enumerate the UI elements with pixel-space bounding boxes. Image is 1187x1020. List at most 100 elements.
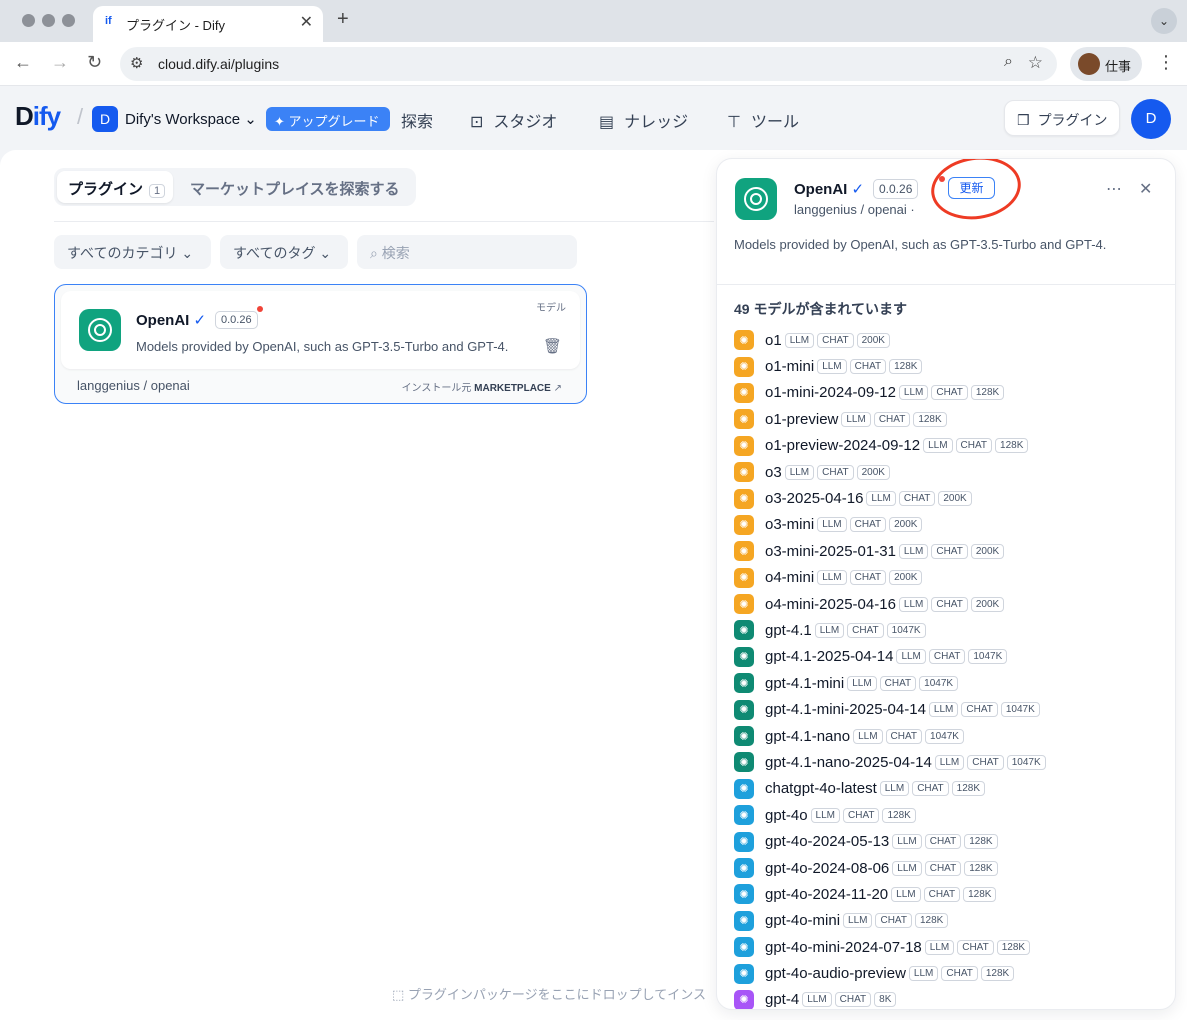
plugin-card[interactable]: モデル OpenAI ✓ 0.0.26 Models provided by O… [54,284,587,404]
model-icon: ✺ [734,330,754,351]
model-row: ✺ gpt-4.1-mini-2025-04-14 LLM CHAT 1047K [734,696,1174,722]
tab-marketplace[interactable]: マーケットプレイスを探索する [190,178,400,199]
dify-logo[interactable]: Dify [15,101,61,132]
model-name: gpt-4o-mini [765,912,841,930]
upload-icon: ⬚ [392,987,405,1002]
model-name: gpt-4.1-mini [765,674,845,692]
browser-tab[interactable]: if プラグイン - Dify ✕ [93,6,323,42]
model-tag-badge: LLM [879,781,910,797]
model-tag-badge: 128K [970,385,1005,401]
model-tag-badge: 128K [914,913,949,929]
nav-studio[interactable]: ⊡ スタジオ [470,108,557,132]
model-tag-badge: CHAT [941,966,978,982]
chevron-down-icon: ⌄ [181,245,194,261]
model-icon: ✺ [734,963,754,984]
category-filter[interactable]: すべてのカテゴリ ⌄ [54,235,211,269]
tag-filter[interactable]: すべてのタグ ⌄ [220,235,348,269]
openai-logo-icon [735,178,777,220]
model-icon: ✺ [734,620,754,641]
plugins-button[interactable]: ❒ プラグイン [1004,100,1120,136]
model-name: gpt-4o-mini-2024-07-18 [765,938,922,956]
model-name: gpt-4.1-mini-2025-04-14 [765,701,926,719]
model-tag-badge: CHAT [875,913,912,929]
model-icon: ✺ [734,514,754,535]
upgrade-button[interactable]: ✦ アップグレード [266,107,390,131]
back-icon[interactable]: ← [14,52,32,73]
reload-icon[interactable]: ↻ [87,52,102,73]
tab-search-chevron-icon[interactable]: ⌄ [1151,8,1177,34]
close-icon[interactable]: ✕ [1139,179,1152,199]
model-tag-badge: 200K [889,517,923,533]
model-tag-badge: CHAT [931,596,968,612]
close-window-button[interactable] [22,14,35,27]
model-tag-badge: LLM [923,438,953,454]
model-icon: ✺ [734,488,754,509]
model-row: ✺ gpt-4.1 LLM CHAT 1047K [734,617,1174,643]
panel-description: Models provided by OpenAI, such as GPT-3… [734,237,1107,252]
model-tag-badge: CHAT [898,491,936,507]
workspace-selector[interactable]: Dify's Workspace ⌄ [125,110,257,128]
nav-knowledge[interactable]: ▤ ナレッジ [599,108,688,132]
install-source[interactable]: インストール元 MARKETPLACE ↗ [402,379,562,394]
workspace-avatar[interactable]: D [92,106,118,132]
model-tag-badge: LLM [934,754,965,770]
model-tag-badge: 8K [874,992,897,1008]
trash-icon[interactable]: 🗑 [543,337,562,355]
plugin-count-badge: 1 [149,184,166,198]
panel-version-badge: 0.0.26 [873,179,919,199]
zoom-icon[interactable]: ⌕ [1004,53,1013,71]
model-row: ✺ o1-mini LLM CHAT 128K [734,353,1174,379]
model-tag-badge: CHAT [885,728,923,744]
close-tab-icon[interactable]: ✕ [300,12,313,32]
model-icon: ✺ [734,752,754,773]
nav-tools[interactable]: ⊤ ツール [727,108,799,132]
model-name: o1-preview-2024-09-12 [765,437,921,455]
model-tag-badge: LLM [802,992,832,1008]
model-row: ✺ gpt-4 LLM CHAT 8K [734,987,1174,1009]
openai-logo-icon [79,309,121,351]
bookmark-star-icon[interactable]: ☆ [1028,53,1043,73]
address-bar: ← → ↻ ⚙ cloud.dify.ai/plugins ⌕ ☆ 仕事 ⋮ [0,42,1187,86]
model-row: ✺ gpt-4.1-mini LLM CHAT 1047K [734,670,1174,696]
profile-chip[interactable]: 仕事 [1070,47,1142,81]
panel-author: langgenius / openai · [794,202,915,217]
user-avatar[interactable]: D [1131,99,1171,139]
model-name: gpt-4o-2024-05-13 [765,833,890,851]
model-tag-badge: LLM [814,622,845,638]
model-tag-badge: CHAT [931,385,968,401]
model-row: ✺ o4-mini-2025-04-16 LLM CHAT 200K [734,591,1174,617]
sparkle-icon: ✦ [274,114,285,129]
site-settings-icon[interactable]: ⚙ [130,54,143,72]
verified-icon: ✓ [193,312,207,329]
model-tag-badge: CHAT [923,886,961,902]
model-row: ✺ gpt-4o-mini LLM CHAT 128K [734,908,1174,934]
model-tag-badge: 128K [980,966,1015,982]
model-icon: ✺ [734,858,754,878]
model-tag-badge: LLM [810,807,840,823]
app-header: Dify / D Dify's Workspace ⌄ ✦ アップグレード 探索… [0,86,1187,150]
model-row: ✺ gpt-4o LLM CHAT 128K [734,802,1174,828]
model-tag-badge: CHAT [957,939,994,955]
model-icon: ✺ [734,673,754,694]
forward-icon[interactable]: → [51,52,69,73]
tab-plugins[interactable]: プラグイン 1 [57,171,173,203]
model-tag-badge: CHAT [843,807,880,823]
profile-name: 仕事 [1105,59,1132,74]
url-field[interactable]: ⚙ cloud.dify.ai/plugins ⌕ ☆ [120,47,1057,81]
search-input[interactable]: ⌕ 検索 [357,235,577,269]
model-name: gpt-4o-2024-08-06 [765,859,890,877]
model-name: o4-mini-2025-04-16 [765,595,896,613]
minimize-window-button[interactable] [42,14,55,27]
nav-explore[interactable]: 探索 [401,108,433,132]
model-tag-badge: LLM [853,728,883,744]
plugin-name: OpenAI ✓ [136,312,207,329]
search-icon: ⌕ [370,245,378,261]
more-icon[interactable]: ⋯ [1106,179,1122,199]
browser-menu-icon[interactable]: ⋮ [1157,52,1175,73]
model-tag-badge: CHAT [817,332,854,348]
tab-title: プラグイン - Dify [126,18,225,33]
model-tag-badge: CHAT [924,834,962,850]
maximize-window-button[interactable] [62,14,75,27]
new-tab-icon[interactable]: + [337,8,349,31]
model-row: ✺ gpt-4.1-nano-2025-04-14 LLM CHAT 1047K [734,749,1174,775]
